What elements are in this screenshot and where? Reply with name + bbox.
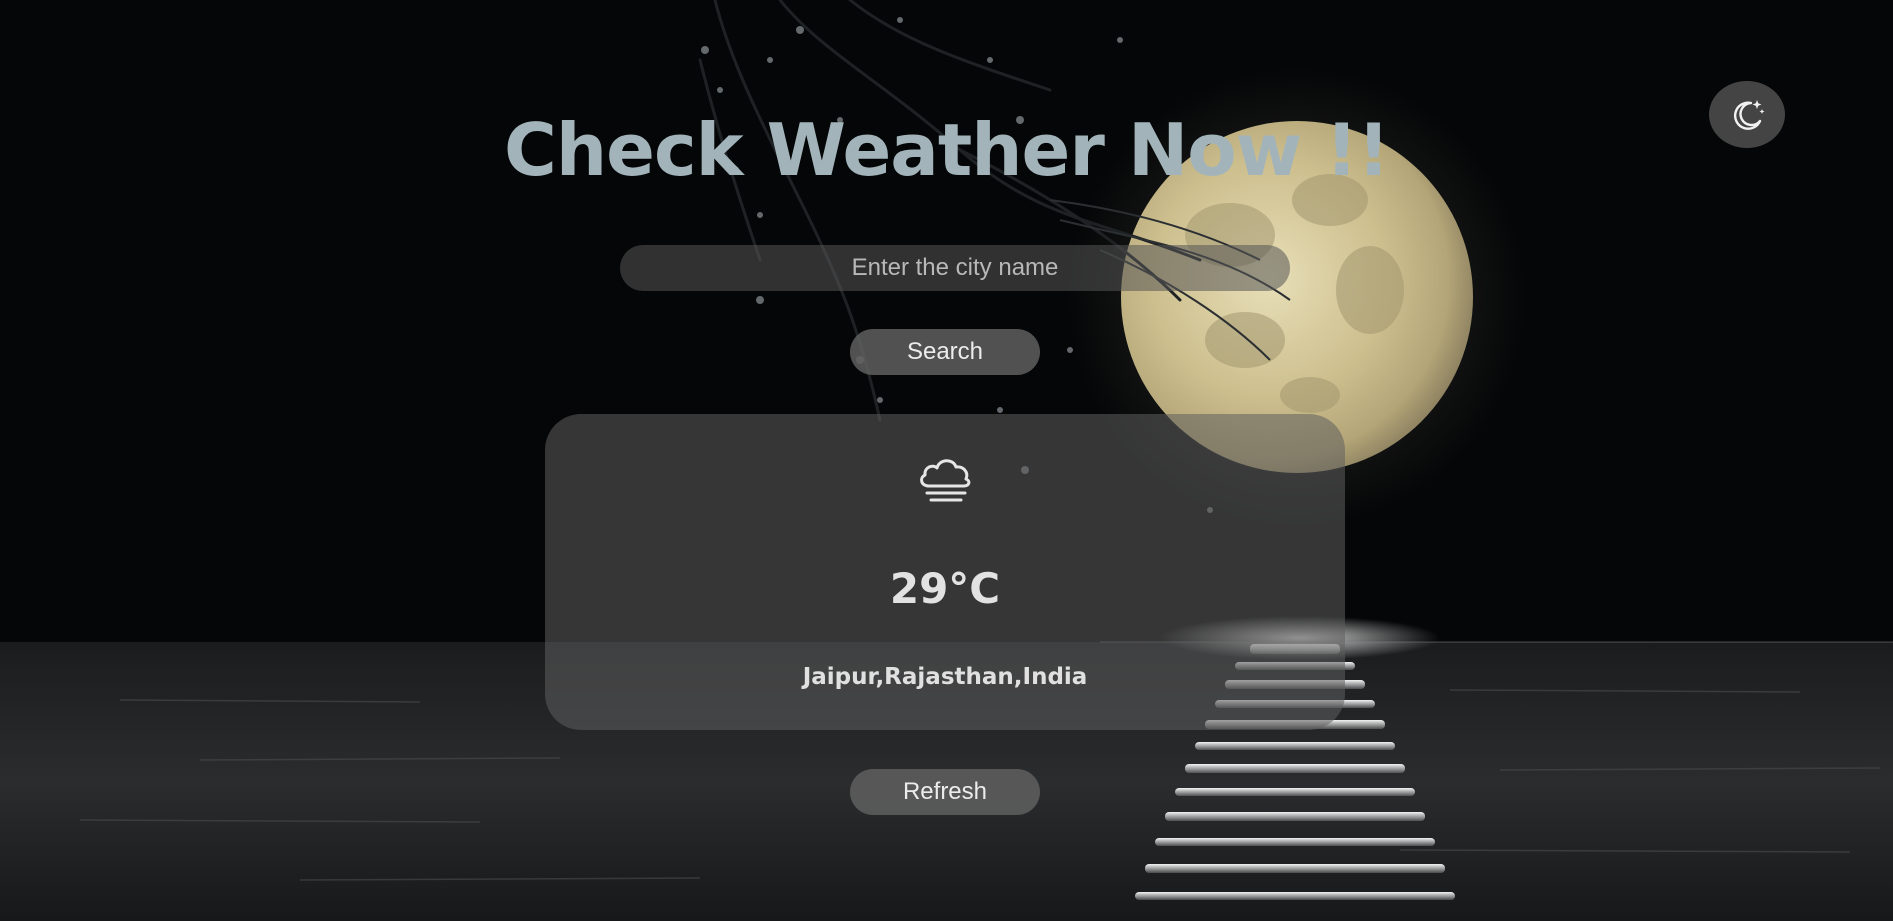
- refresh-button[interactable]: Refresh: [850, 769, 1040, 815]
- search-button[interactable]: Search: [850, 329, 1040, 375]
- city-search-input[interactable]: [620, 245, 1290, 291]
- cloud-fog-icon: [920, 459, 971, 502]
- theme-toggle-button[interactable]: [1709, 81, 1785, 148]
- weather-card: 29°C Jaipur,Rajasthan,India: [545, 414, 1345, 730]
- temperature-value: 29°C: [889, 564, 1001, 613]
- location-label: Jaipur,Rajasthan,India: [802, 664, 1088, 690]
- page-title: Check Weather Now !!: [504, 108, 1390, 192]
- weather-app: Check Weather Now !! Search 29°C Jaipur,…: [0, 0, 1893, 921]
- moon-stars-icon: [1733, 99, 1765, 130]
